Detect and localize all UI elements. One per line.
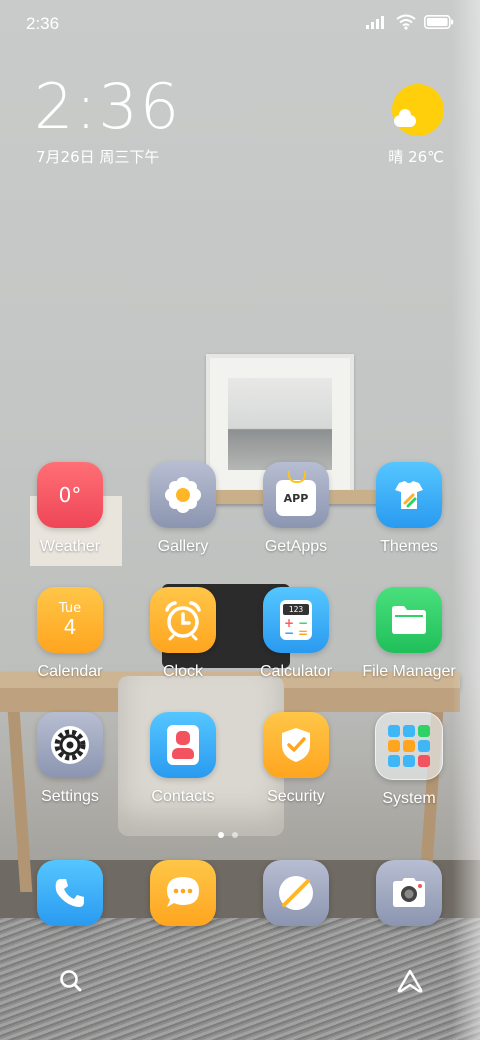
dock-messages[interactable] bbox=[127, 860, 239, 926]
status-icons bbox=[366, 14, 454, 30]
battery-icon bbox=[424, 15, 454, 29]
app-label: Security bbox=[267, 788, 325, 805]
app-folder-system[interactable]: System bbox=[353, 712, 465, 808]
page-indicator[interactable] bbox=[218, 832, 238, 838]
app-label: File Manager bbox=[362, 663, 456, 680]
page-dot[interactable] bbox=[218, 832, 224, 838]
page-dot[interactable] bbox=[232, 832, 238, 838]
app-security[interactable]: Security bbox=[240, 712, 352, 806]
app-label: Gallery bbox=[157, 538, 209, 555]
calculator-icon: 123 + − − = bbox=[263, 587, 329, 653]
app-contacts[interactable]: Contacts bbox=[127, 712, 239, 806]
app-weather[interactable]: 0° Weather bbox=[14, 462, 126, 556]
weather-cloud-icon bbox=[394, 109, 416, 127]
app-clock[interactable]: Clock bbox=[127, 587, 239, 681]
calendar-icon: Tue 4 bbox=[37, 587, 103, 653]
app-getapps[interactable]: APP GetApps bbox=[240, 462, 352, 556]
folder-grid-icon bbox=[375, 712, 443, 780]
app-settings[interactable]: Settings bbox=[14, 712, 126, 806]
weather-icon: 0° bbox=[37, 462, 103, 528]
app-gallery[interactable]: Gallery bbox=[127, 462, 239, 556]
gear-icon bbox=[37, 712, 103, 778]
app-label: Weather bbox=[39, 538, 101, 555]
phone-icon bbox=[37, 860, 103, 926]
app-label: Calculator bbox=[259, 663, 333, 680]
app-label: Settings bbox=[41, 788, 99, 805]
themes-shirt-icon bbox=[376, 462, 442, 528]
app-label: Contacts bbox=[151, 788, 215, 805]
app-calendar[interactable]: Tue 4 Calendar bbox=[14, 587, 126, 681]
app-label: Themes bbox=[380, 538, 438, 555]
search-icon[interactable] bbox=[58, 968, 84, 998]
app-label: Clock bbox=[162, 663, 203, 680]
status-time: 2:36 bbox=[26, 14, 60, 33]
app-calculator[interactable]: 123 + − − = Calculator bbox=[240, 587, 352, 681]
app-label: Calendar bbox=[37, 663, 103, 680]
contact-person-icon bbox=[150, 712, 216, 778]
dock-camera[interactable] bbox=[353, 860, 465, 926]
app-label: System bbox=[382, 790, 436, 807]
weather-widget-text[interactable]: 晴 26℃ bbox=[388, 146, 444, 167]
shield-check-icon bbox=[263, 712, 329, 778]
messages-icon bbox=[150, 860, 216, 926]
browser-compass-icon bbox=[263, 860, 329, 926]
clock-widget-time[interactable]: 2:36 bbox=[34, 76, 181, 138]
dock-browser[interactable] bbox=[240, 860, 352, 926]
app-themes[interactable]: Themes bbox=[353, 462, 465, 556]
getapps-bag-icon: APP bbox=[263, 462, 329, 528]
dock-phone[interactable] bbox=[14, 860, 126, 926]
folder-icon bbox=[376, 587, 442, 653]
clock-widget-date: 7月26日 周三下午 bbox=[36, 148, 160, 166]
signal-icon bbox=[366, 16, 384, 29]
app-label: GetApps bbox=[264, 538, 328, 555]
gallery-flower-icon bbox=[150, 462, 216, 528]
camera-icon bbox=[376, 860, 442, 926]
wifi-icon bbox=[396, 14, 416, 30]
assistant-icon[interactable] bbox=[396, 968, 424, 998]
alarm-clock-icon bbox=[150, 587, 216, 653]
app-file-manager[interactable]: File Manager bbox=[353, 587, 465, 681]
